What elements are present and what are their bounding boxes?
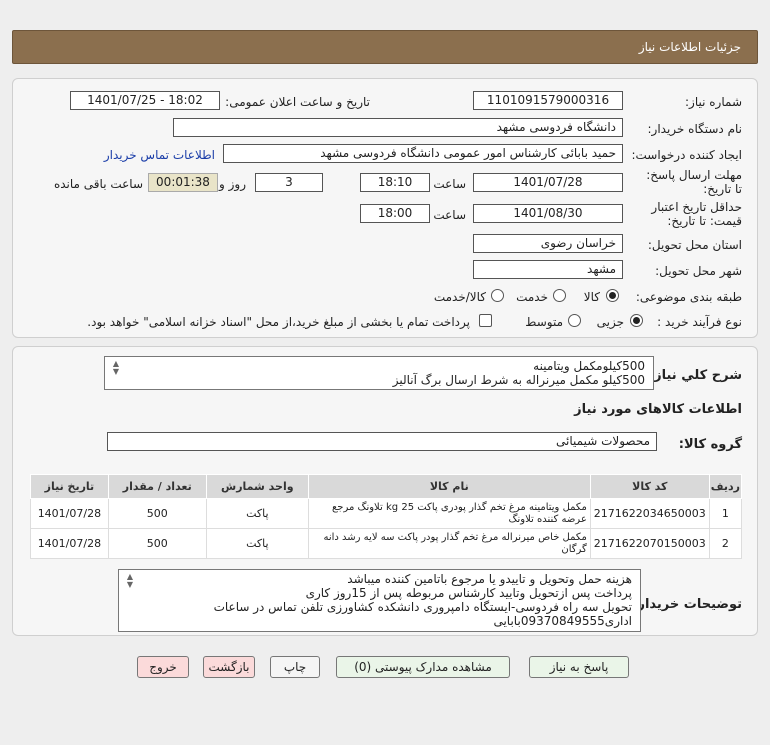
col-code: کد کالا (589, 474, 710, 499)
notes-line-2: پرداخت پس ازتحویل وتایید کارشناس مربوطه … (305, 586, 632, 600)
days-label: روز و (219, 177, 246, 191)
validity-date-field: 1401/08/30 (473, 204, 623, 223)
row-index: 1 (708, 498, 743, 529)
row-index: 2 (708, 528, 743, 559)
category-option-both: کالا/خدمت (433, 290, 486, 304)
process-option-medium: متوسط (525, 315, 563, 329)
category-option-service: خدمت (516, 290, 548, 304)
process-label: نوع فرآیند خرید : (657, 315, 742, 329)
print-button[interactable]: چاپ (270, 656, 320, 678)
row-name: مکمل خاص میرنراله مرغ تخم گذار پودر پاکت… (307, 528, 591, 559)
summary-line-2: 500کیلو مکمل میرنراله به شرط ارسال برگ آ… (392, 373, 645, 387)
buyer-contact-link[interactable]: اطلاعات تماس خریدار (104, 148, 215, 162)
requester-label: ایجاد کننده درخواست: (631, 148, 742, 162)
requester-field: حمید بابائی کارشناس امور عمومی دانشگاه ف… (223, 144, 623, 163)
announce-label: تاریخ و ساعت اعلان عمومی: (225, 95, 370, 109)
notes-line-1: هزینه حمل وتحویل و تاییدو یا مرجوع باتام… (347, 572, 632, 586)
summary-textarea: ▲ ▼ 500کیلومکمل ویتامینه 500کیلو مکمل میر… (104, 356, 654, 390)
row-date: 1401/07/28 (30, 498, 109, 529)
notes-line-3: تحویل سه راه فردوسی-ایستگاه دامپروری دان… (213, 600, 632, 614)
category-label: طبقه بندی موضوعی: (635, 290, 742, 304)
row-date: 1401/07/28 (30, 528, 109, 559)
deadline-time-label: ساعت (433, 177, 466, 191)
deadline-date-field: 1401/07/28 (473, 173, 623, 192)
city-field: مشهد (473, 260, 623, 279)
buyer-notes-textarea: ▲ ▼ هزینه حمل وتحویل و تاییدو یا مرجوع با… (118, 569, 641, 632)
col-unit: واحد شمارش (205, 474, 309, 499)
remaining-timer: 00:01:38 (148, 173, 218, 192)
row-code: 2171622070150003 (589, 528, 710, 559)
attachments-button[interactable]: مشاهده مدارک پیوستی (0) (336, 656, 510, 678)
row-qty: 500 (107, 528, 207, 559)
scroll-arrows-icon[interactable]: ▲ ▼ (122, 573, 133, 589)
payment-note: پرداخت تمام یا بخشی از مبلغ خرید،از محل … (87, 315, 470, 329)
buyer-org-label: نام دستگاه خریدار: (647, 122, 743, 136)
payment-checkbox[interactable] (479, 314, 492, 327)
days-field: 3 (255, 173, 323, 192)
scroll-arrows-icon[interactable]: ▲ ▼ (108, 360, 119, 376)
category-radio-both[interactable] (491, 289, 504, 302)
row-unit: پاکت (205, 498, 309, 529)
validity-label: حداقل تاریخ اعتبار قیمت: تا تاریخ: (651, 200, 742, 228)
back-button[interactable]: بازگشت (203, 656, 255, 678)
col-name: نام کالا (307, 474, 591, 499)
row-unit: پاکت (205, 528, 309, 559)
need-number-label: شماره نیاز: (685, 95, 742, 109)
process-radio-minor[interactable] (630, 314, 643, 327)
process-option-minor: جزیی (596, 315, 624, 329)
goods-group-label: گروه کالا: (678, 437, 742, 452)
col-qty: تعداد / مقدار (107, 474, 207, 499)
city-label: شهر محل تحویل: (655, 264, 742, 278)
summary-label: شرح کلي نياز: (648, 368, 742, 383)
category-radio-goods[interactable] (606, 289, 619, 302)
deadline-label: مهلت ارسال پاسخ: تا تاریخ: (646, 168, 742, 196)
summary-line-1: 500کیلومکمل ویتامینه (533, 359, 645, 373)
goods-section-title: اطلاعات کالاهای مورد نیاز (574, 402, 742, 417)
page-header: جزئیات اطلاعات نیاز (12, 30, 758, 64)
table-row: 1 2171622034650003 مکمل ویتامینه مرغ تخم… (30, 498, 743, 529)
process-radio-medium[interactable] (568, 314, 581, 327)
need-number-field: 1101091579000316 (473, 91, 623, 110)
row-qty: 500 (107, 498, 207, 529)
province-field: خراسان رضوی (473, 234, 623, 253)
col-index: ردیف (708, 474, 743, 499)
row-name: مکمل ویتامینه مرغ تخم گذار پودری پاکت 25… (307, 498, 591, 529)
page-title: جزئیات اطلاعات نیاز (638, 40, 741, 54)
validity-time-label: ساعت (433, 208, 466, 222)
remaining-label: ساعت باقی مانده (53, 177, 143, 191)
deadline-time-field: 18:10 (360, 173, 430, 192)
validity-time-field: 18:00 (360, 204, 430, 223)
table-row: 2 2171622070150003 مکمل خاص میرنراله مرغ… (30, 528, 743, 559)
buyer-org-field: دانشگاه فردوسی مشهد (173, 118, 623, 137)
province-label: استان محل تحویل: (647, 238, 742, 252)
row-code: 2171622034650003 (589, 498, 710, 529)
exit-button[interactable]: خروج (137, 656, 189, 678)
buyer-notes-label: توضیحات خریدار: (632, 597, 742, 612)
category-radio-service[interactable] (553, 289, 566, 302)
goods-group-field: محصولات شیمیائی (107, 432, 657, 451)
goods-table: ردیف کد کالا نام کالا واحد شمارش تعداد /… (30, 474, 743, 559)
notes-line-4: اداری09370849555بابایی (493, 614, 632, 628)
goods-table-header: ردیف کد کالا نام کالا واحد شمارش تعداد /… (30, 474, 743, 499)
col-date: تاریخ نیاز (30, 474, 109, 499)
reply-button[interactable]: پاسخ به نیاز (529, 656, 629, 678)
announce-field: 1401/07/25 - 18:02 (70, 91, 220, 110)
category-option-goods: کالا (583, 290, 600, 304)
